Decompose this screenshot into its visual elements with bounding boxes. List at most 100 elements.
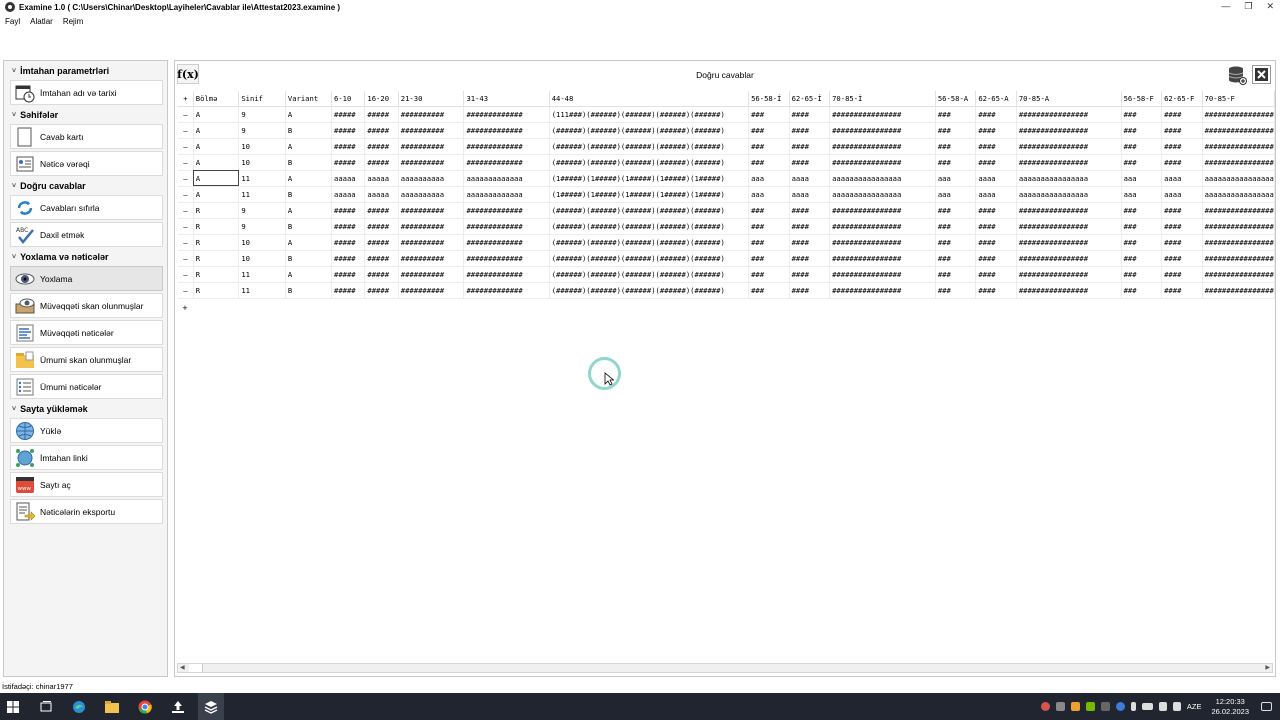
- tray-nvidia-icon[interactable]: [1085, 702, 1095, 711]
- sidebar-item[interactable]: Müvəqqəti nəticələr: [10, 320, 163, 345]
- column-header[interactable]: 70-85-A: [1016, 91, 1122, 107]
- table-cell[interactable]: aaa: [748, 170, 790, 187]
- table-cell[interactable]: ####: [975, 122, 1017, 139]
- sidebar-item[interactable]: İmtahan linki: [10, 445, 163, 470]
- table-cell[interactable]: R: [193, 218, 240, 235]
- table-row[interactable]: – A 10 B ##### ##### ########## ############# (#…: [178, 154, 1276, 171]
- column-header[interactable]: 70-85-F: [1202, 91, 1276, 107]
- table-row[interactable]: – R 9 A ##### ##### ########## ############# (##…: [178, 202, 1276, 219]
- table-cell[interactable]: ################: [829, 122, 936, 139]
- table-cell[interactable]: 10: [238, 154, 286, 171]
- table-cell[interactable]: B: [285, 154, 333, 171]
- table-cell[interactable]: ####: [1161, 154, 1203, 171]
- table-cell[interactable]: #############: [463, 234, 550, 251]
- table-cell[interactable]: 10: [238, 234, 286, 251]
- edge-icon[interactable]: [66, 693, 92, 720]
- taskbar-clock[interactable]: 12:20:33 26.02.2023: [1211, 697, 1249, 717]
- table-cell[interactable]: (######)(######)(######)(######)(######): [549, 154, 750, 171]
- table-cell[interactable]: ####: [975, 154, 1017, 171]
- table-cell[interactable]: #####: [331, 266, 366, 283]
- table-cell[interactable]: #####: [331, 234, 366, 251]
- chevron-down-icon[interactable]: ˅: [12, 254, 16, 261]
- table-cell[interactable]: ###: [748, 250, 790, 267]
- sidebar-item[interactable]: Yüklə: [10, 418, 163, 443]
- sidebar-item[interactable]: Cavabları sıfırla: [10, 195, 163, 220]
- table-cell[interactable]: ################: [1016, 218, 1122, 235]
- table-cell[interactable]: ################: [1202, 266, 1276, 283]
- table-cell[interactable]: #############: [463, 106, 550, 123]
- table-cell[interactable]: ################: [1202, 138, 1276, 155]
- table-cell[interactable]: R: [193, 266, 240, 283]
- table-cell[interactable]: B: [285, 282, 333, 299]
- table-cell[interactable]: (1#####)(1#####)(1#####)(1#####)(1#####): [549, 186, 750, 203]
- chrome-icon[interactable]: [132, 693, 158, 720]
- table-cell[interactable]: B: [285, 218, 333, 235]
- table-cell[interactable]: B: [285, 122, 333, 139]
- table-cell[interactable]: ####: [789, 234, 831, 251]
- table-cell[interactable]: 9: [238, 106, 286, 123]
- table-cell[interactable]: #####: [364, 218, 399, 235]
- column-header[interactable]: 44-48: [549, 91, 750, 107]
- table-cell[interactable]: ###: [935, 250, 977, 267]
- tray-app-icon[interactable]: [1055, 702, 1065, 711]
- remove-row-button[interactable]: –: [178, 202, 194, 219]
- table-cell[interactable]: ####: [789, 154, 831, 171]
- table-cell[interactable]: ####: [1161, 202, 1203, 219]
- table-cell[interactable]: #####: [364, 266, 399, 283]
- table-cell[interactable]: aaaa: [789, 186, 831, 203]
- table-cell[interactable]: ###: [1121, 106, 1163, 123]
- table-cell[interactable]: ################: [829, 234, 936, 251]
- table-cell[interactable]: ##########: [398, 282, 465, 299]
- table-cell[interactable]: ##########: [398, 106, 465, 123]
- sidebar-item[interactable]: Müvəqqəti skan olunmuşlar: [10, 293, 163, 318]
- table-row[interactable]: – A 11 Baaaaa aaaaa aaaaaaaaaa aaaaaaaaaaaaa (1…: [178, 186, 1276, 203]
- table-cell[interactable]: ################: [829, 106, 936, 123]
- table-cell[interactable]: ################: [1016, 266, 1122, 283]
- table-cell[interactable]: ###: [935, 234, 977, 251]
- close-panel-button[interactable]: [1252, 65, 1271, 84]
- table-cell[interactable]: ###: [748, 282, 790, 299]
- column-header[interactable]: 62-65-F: [1161, 91, 1203, 107]
- expand-all-button[interactable]: +: [178, 91, 194, 107]
- table-cell[interactable]: ################: [829, 266, 936, 283]
- windows-start-icon[interactable]: [0, 693, 26, 720]
- table-cell[interactable]: B: [285, 250, 333, 267]
- table-cell[interactable]: ####: [1161, 234, 1203, 251]
- table-cell[interactable]: aaaaa: [364, 186, 399, 203]
- table-cell[interactable]: ###: [748, 154, 790, 171]
- table-cell[interactable]: #####: [364, 122, 399, 139]
- column-header[interactable]: 21-30: [398, 91, 465, 107]
- table-cell[interactable]: ##########: [398, 266, 465, 283]
- chevron-down-icon[interactable]: ˅: [12, 68, 16, 75]
- table-cell[interactable]: R: [193, 250, 240, 267]
- table-cell[interactable]: ###: [935, 202, 977, 219]
- table-cell[interactable]: ###: [1121, 218, 1163, 235]
- notification-icon[interactable]: [1261, 702, 1272, 711]
- tray-battery-icon[interactable]: [1141, 703, 1153, 710]
- column-header[interactable]: 56-58-A: [935, 91, 977, 107]
- sidebar-section-header[interactable]: ˅ Səhifələr: [6, 107, 165, 123]
- minimize-icon[interactable]: —: [1221, 1, 1230, 12]
- table-cell[interactable]: #####: [364, 106, 399, 123]
- table-cell[interactable]: ####: [789, 202, 831, 219]
- table-cell[interactable]: ####: [975, 266, 1017, 283]
- table-cell[interactable]: (111###)(######)(######)(######)(######): [549, 106, 750, 123]
- sidebar-item[interactable]: ABC Daxil etmək: [10, 222, 163, 247]
- table-cell[interactable]: ################: [829, 138, 936, 155]
- table-cell[interactable]: ################: [1202, 234, 1276, 251]
- table-cell[interactable]: aaaaaaaaaaaaaaaa: [1202, 170, 1276, 187]
- table-cell[interactable]: ################: [1016, 122, 1122, 139]
- remove-row-button[interactable]: –: [178, 282, 194, 299]
- table-cell[interactable]: A: [193, 106, 240, 123]
- remove-row-button[interactable]: –: [178, 138, 194, 155]
- sidebar-item[interactable]: Nəticələrin eksportu: [10, 499, 163, 524]
- table-cell[interactable]: ###: [748, 138, 790, 155]
- table-cell[interactable]: ###: [1121, 202, 1163, 219]
- table-cell[interactable]: aaaa: [975, 170, 1017, 187]
- column-header[interactable]: 56-58-İ: [748, 91, 790, 107]
- remove-row-button[interactable]: –: [178, 250, 194, 267]
- table-row[interactable]: – R 10 A ##### ##### ########## ############# (#…: [178, 234, 1276, 251]
- table-cell[interactable]: ####: [975, 138, 1017, 155]
- table-cell[interactable]: A: [193, 186, 240, 203]
- table-cell[interactable]: (######)(######)(######)(######)(######): [549, 234, 750, 251]
